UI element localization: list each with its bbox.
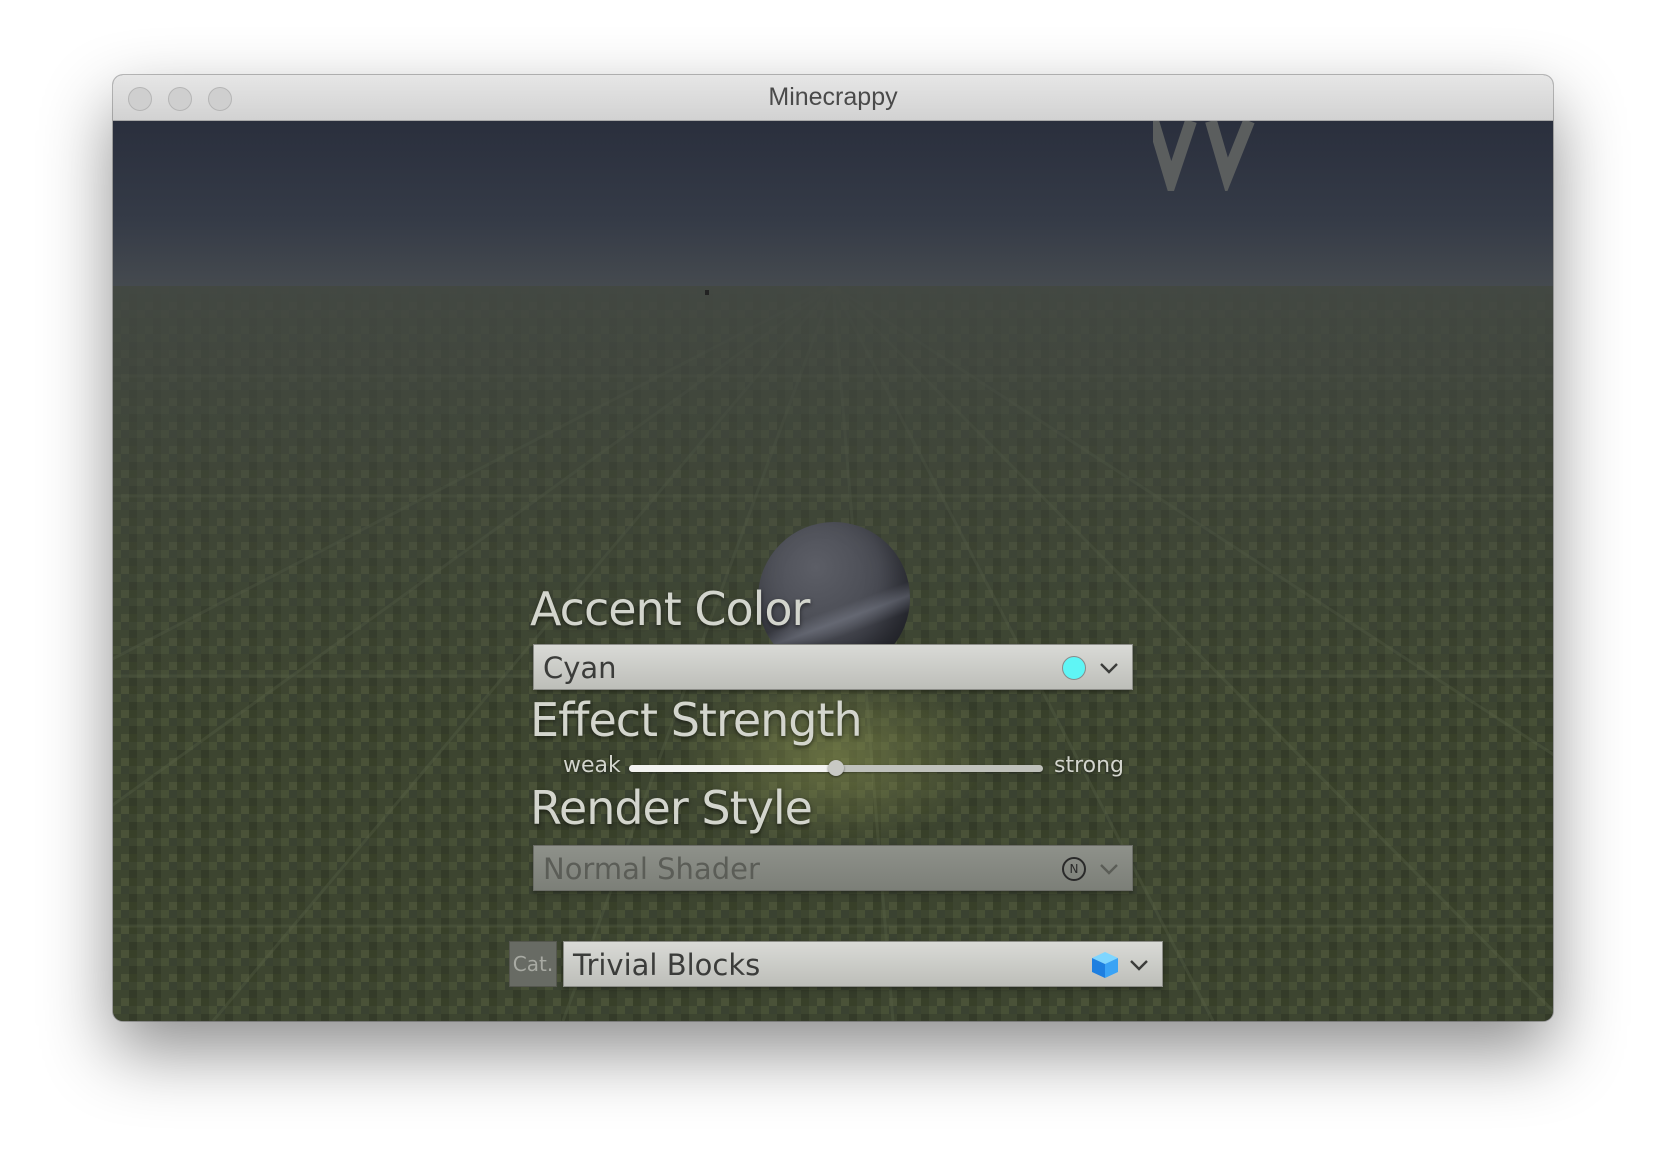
accent-color-value: Cyan [543, 651, 617, 685]
chevron-down-icon [1100, 864, 1118, 875]
slider-thumb[interactable] [828, 760, 844, 776]
slider-min-label: weak [563, 753, 621, 778]
title-bar[interactable]: Minecrappy [113, 75, 1553, 121]
effect-strength-heading: Effect Strength [530, 693, 863, 747]
category-button[interactable]: Cat. [509, 941, 557, 987]
sky [113, 121, 1553, 286]
accent-color-heading: Accent Color [530, 582, 810, 636]
pointer-marker-icon [1153, 121, 1255, 191]
chevron-down-icon [1130, 960, 1148, 971]
render-style-dropdown[interactable]: Normal Shader N [533, 845, 1133, 891]
window-title: Minecrappy [768, 83, 898, 111]
chevron-down-icon [1100, 663, 1118, 674]
cube-icon [1092, 952, 1118, 978]
slider-fill [629, 765, 836, 772]
accent-color-dropdown[interactable]: Cyan [533, 644, 1133, 690]
render-style-heading: Render Style [530, 781, 813, 835]
slider-max-label: strong [1054, 753, 1125, 778]
effect-strength-slider[interactable] [629, 760, 1043, 776]
distant-block [705, 290, 709, 295]
app-window: Minecrappy Accent Color Cyan Effect Stre… [113, 75, 1553, 1021]
block-category-value: Trivial Blocks [573, 948, 761, 982]
render-style-value: Normal Shader [543, 852, 760, 886]
block-category-dropdown[interactable]: Trivial Blocks [563, 941, 1163, 987]
color-swatch [1062, 656, 1086, 680]
shader-n-icon: N [1062, 857, 1086, 881]
